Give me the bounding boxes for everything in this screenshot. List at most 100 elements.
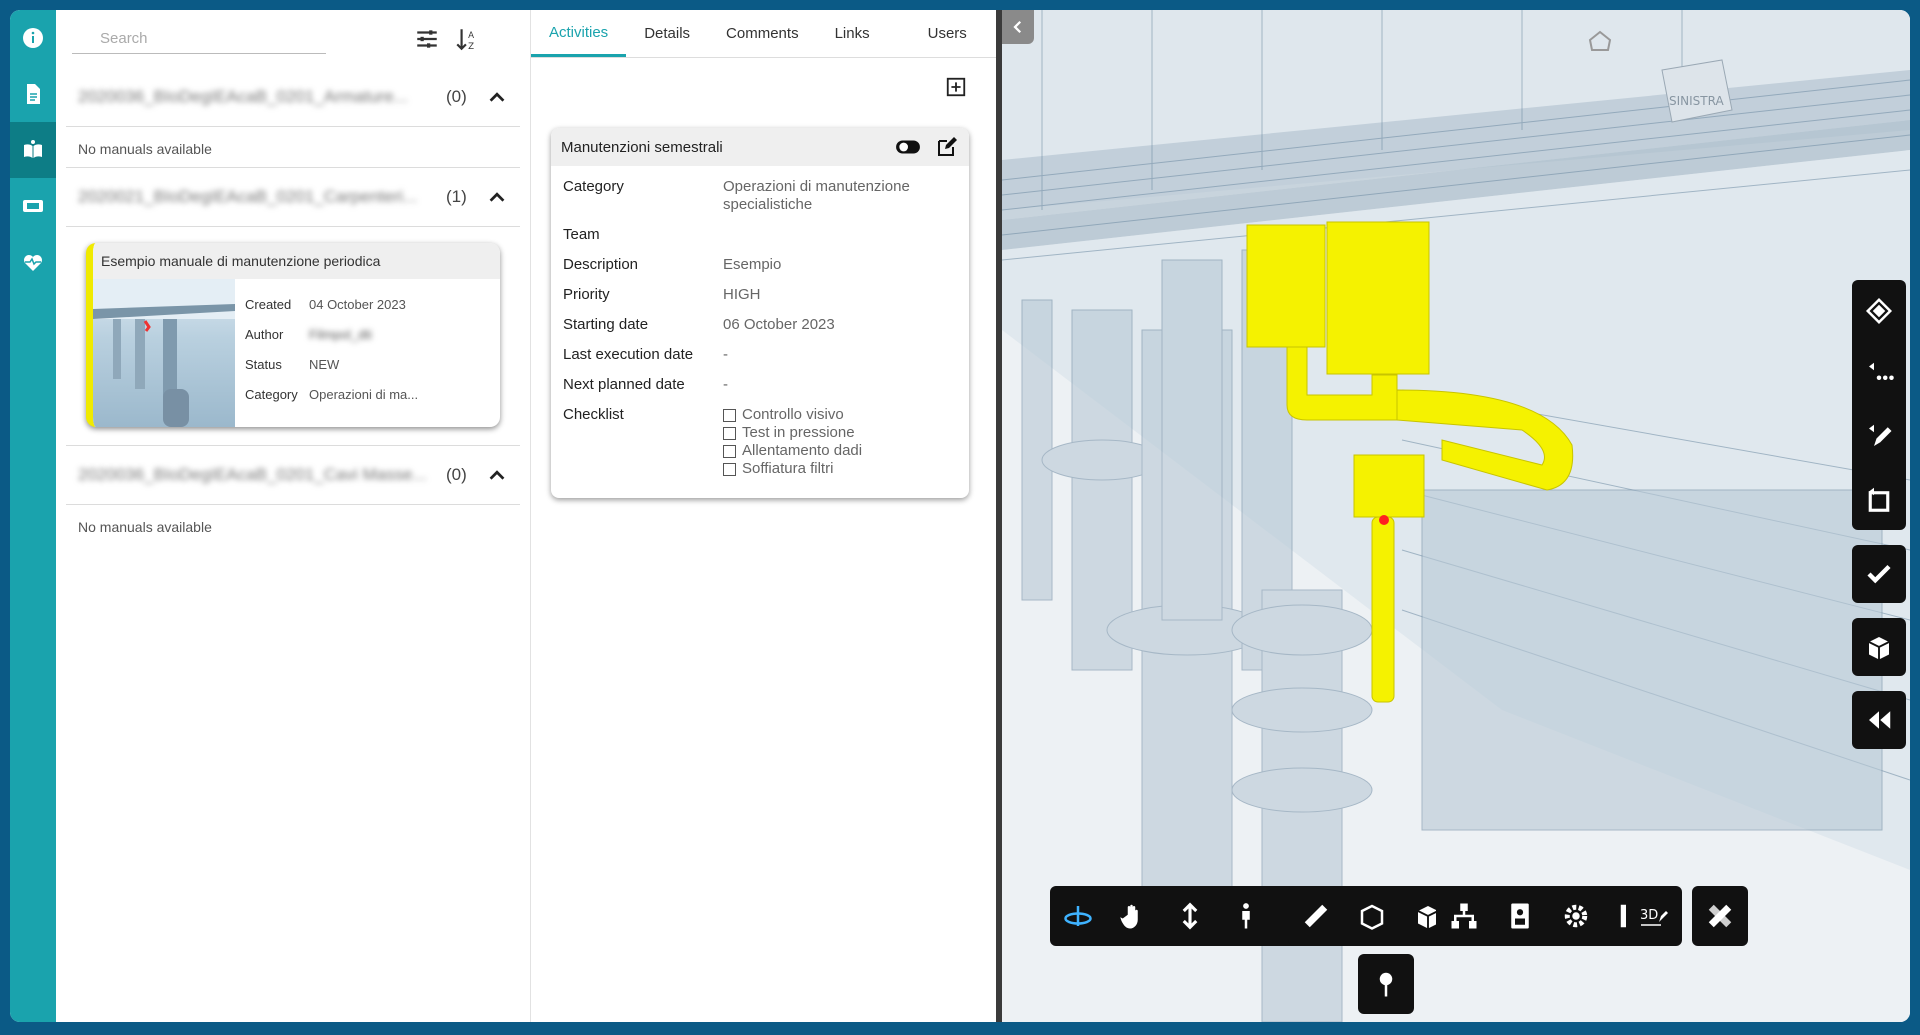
checklist-row: Checklist Controllo visivo Test in press…: [551, 406, 969, 478]
tab-activities[interactable]: Activities: [531, 10, 627, 57]
zoom-tool[interactable]: [1162, 886, 1218, 946]
checklist-item-label: Test in pressione: [742, 424, 855, 441]
row-label: Priority: [563, 286, 610, 303]
book-icon: [24, 140, 42, 158]
app-frame: AZ 2020036_BIoDegIEAcaB_0201_Armature...…: [10, 10, 1910, 1022]
row-label: Team: [563, 226, 600, 243]
3d-viewer[interactable]: SINISTRA 3D: [1002, 10, 1910, 1022]
group-count: (0): [446, 87, 467, 106]
row-label: Last execution date: [563, 346, 694, 363]
rewind-icon: [1869, 711, 1891, 729]
checklist-item[interactable]: Allentamento dadi: [723, 442, 957, 460]
row-value: Esempio: [723, 256, 782, 273]
design-tools[interactable]: [1692, 886, 1748, 946]
map-pin-icon: [1379, 972, 1393, 997]
filter-sliders-icon[interactable]: [414, 26, 440, 52]
checklist-item[interactable]: Controllo visivo: [723, 406, 957, 424]
layers-diamond-icon[interactable]: [1864, 296, 1894, 326]
pin-tool[interactable]: [1358, 954, 1414, 1014]
open-box-button[interactable]: [1852, 618, 1906, 676]
checkbox[interactable]: [723, 426, 736, 440]
activity-card-header: Manutenzioni semestrali: [551, 128, 969, 166]
rewind-button[interactable]: [1852, 691, 1906, 749]
collapse-panel-button[interactable]: [1002, 10, 1034, 44]
orbit-icon: [1064, 906, 1092, 926]
tab-links[interactable]: Links: [817, 10, 888, 57]
properties-tool[interactable]: [1492, 886, 1548, 946]
settings-tool[interactable]: [1548, 886, 1604, 946]
measure-tool[interactable]: [1288, 886, 1344, 946]
highlighter-icon[interactable]: [1864, 421, 1894, 451]
group-header[interactable]: 2020036_BIoDegIEAcaB_0201_Armature... (0…: [66, 68, 520, 127]
created-value: 04 October 2023: [309, 296, 406, 312]
svg-text:A: A: [468, 31, 474, 41]
info-nav-button[interactable]: [10, 10, 56, 66]
tab-comments[interactable]: Comments: [708, 10, 817, 57]
hand-icon: [1120, 904, 1138, 929]
author-label: Author: [245, 326, 284, 342]
document-nav-button[interactable]: [10, 66, 56, 122]
section-cube-icon: [1360, 904, 1384, 930]
checkmark-icon: [1867, 564, 1891, 584]
search-input[interactable]: [72, 24, 326, 54]
ticket-icon: [23, 200, 43, 212]
activity-row: Starting date 06 October 2023: [551, 316, 969, 334]
checklist-item[interactable]: Soffiatura filtri: [723, 460, 957, 478]
activity-row: Last execution date -: [551, 346, 969, 364]
orbit-tool[interactable]: [1050, 886, 1106, 946]
group-count: (1): [446, 187, 467, 206]
confirm-button[interactable]: [1852, 545, 1906, 603]
edit-icon[interactable]: [935, 135, 959, 159]
checklist-item[interactable]: Test in pressione: [723, 424, 957, 442]
activities-panel: Activities Details Comments Links Users …: [531, 10, 997, 1022]
checklist-label: Checklist: [563, 406, 624, 423]
row-label: Starting date: [563, 316, 649, 333]
document-icon: [27, 84, 40, 104]
chevron-left-icon: [1013, 20, 1022, 34]
health-nav-button[interactable]: [10, 234, 56, 290]
ticket-nav-button[interactable]: [10, 178, 56, 234]
group-header[interactable]: 2020036_BIoDegIEAcaB_0201_Cavi Masse... …: [66, 446, 520, 505]
tab-details[interactable]: Details: [626, 10, 708, 57]
no-manuals-text: No manuals available: [78, 141, 212, 157]
3d-edit-tool[interactable]: 3D: [1626, 886, 1682, 946]
add-activity-icon[interactable]: [945, 76, 967, 98]
checkbox[interactable]: [723, 444, 736, 458]
nav-cube-label: SINISTRA: [1669, 94, 1724, 108]
group-name: 2020036_BIoDegIEAcaB_0201_Cavi Masse...: [78, 465, 427, 484]
chevron-up-icon[interactable]: [486, 86, 508, 108]
toggle-icon[interactable]: [895, 134, 921, 160]
row-value: Operazioni di manutenzione specialistich…: [723, 178, 910, 213]
activity-row: Team: [551, 226, 969, 244]
tools-toolgroup: [1692, 886, 1748, 946]
group-header[interactable]: 2020021_BIoDegIEAcaB_0201_Carpenteri... …: [66, 168, 520, 227]
search-row: AZ: [56, 10, 530, 68]
3d-edit-icon: 3D: [1640, 908, 1668, 926]
tab-users[interactable]: Users: [888, 10, 985, 57]
more-options-icon[interactable]: [1864, 359, 1894, 389]
activity-card: Manutenzioni semestrali Category Operazio…: [551, 128, 969, 498]
row-value: -: [723, 376, 728, 393]
manuals-nav-button[interactable]: [10, 122, 56, 178]
manual-group-3: 2020036_BIoDegIEAcaB_0201_Cavi Masse... …: [66, 446, 520, 545]
pan-tool[interactable]: [1106, 886, 1162, 946]
created-label: Created: [245, 296, 292, 312]
checkbox[interactable]: [723, 462, 736, 476]
checklist-item-label: Allentamento dadi: [742, 442, 863, 459]
chevron-up-icon[interactable]: [486, 186, 508, 208]
row-value: -: [723, 346, 728, 363]
manual-group-2: 2020021_BIoDegIEAcaB_0201_Carpenteri... …: [66, 168, 520, 446]
section-box-icon[interactable]: [1864, 484, 1894, 514]
model-browser-tool[interactable]: [1436, 886, 1492, 946]
sort-az-icon[interactable]: AZ: [454, 26, 480, 52]
walk-tool[interactable]: [1218, 886, 1274, 946]
category-label: Category: [245, 386, 298, 402]
manual-card[interactable]: Esempio manuale di manutenzione periodic…: [86, 243, 500, 427]
checklist-item-label: Soffiatura filtri: [742, 460, 834, 477]
svg-text:Z: Z: [468, 42, 474, 52]
hierarchy-icon: [1451, 903, 1477, 929]
no-manuals-text: No manuals available: [78, 519, 212, 535]
section-tool[interactable]: [1344, 886, 1400, 946]
checkbox[interactable]: [723, 408, 736, 422]
chevron-up-icon[interactable]: [486, 464, 508, 486]
